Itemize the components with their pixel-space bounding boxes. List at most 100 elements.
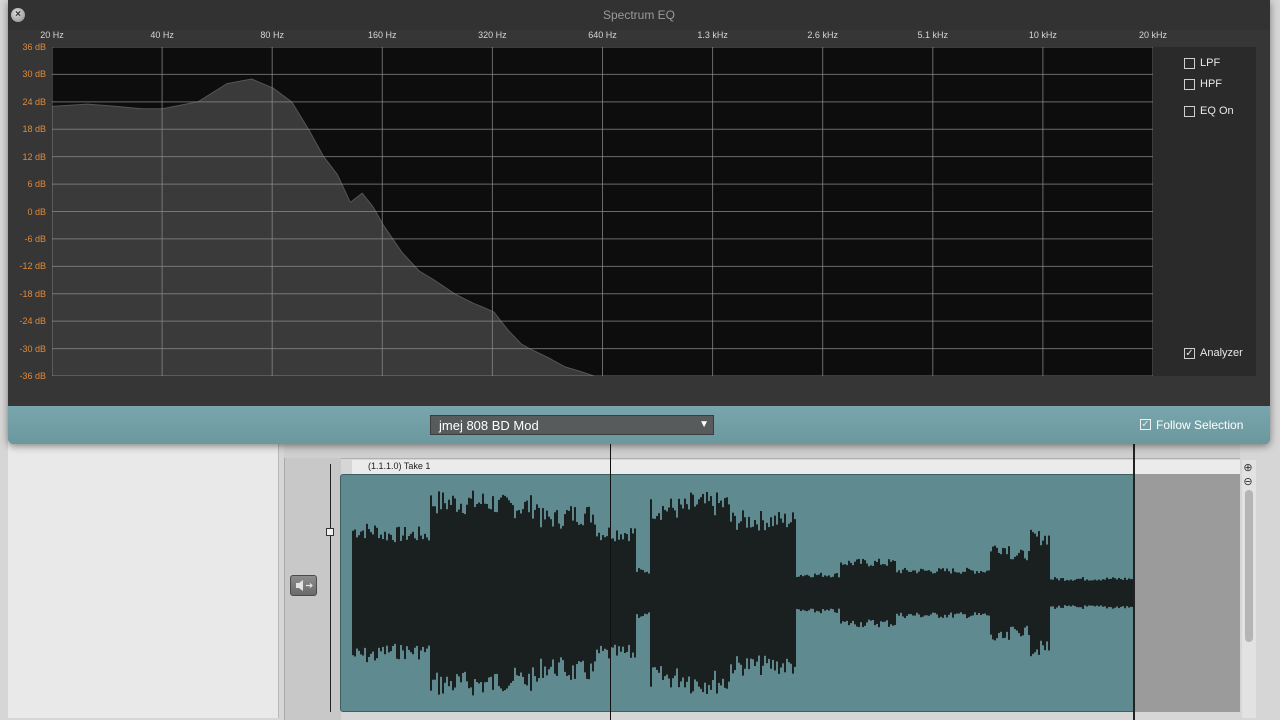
waveform-bar	[700, 497, 702, 689]
speaker-button[interactable]	[290, 575, 317, 596]
waveform-bar	[896, 572, 898, 614]
analyzer-checkbox[interactable]: ✓	[1184, 348, 1195, 359]
db-tick-label: -24 dB	[19, 316, 46, 327]
waveform-bar	[852, 565, 854, 621]
waveform-bar	[1074, 579, 1076, 607]
waveform-bar	[778, 512, 780, 674]
waveform-bar	[870, 565, 872, 621]
preset-dropdown[interactable]: jmej 808 BD Mod ▼	[430, 415, 714, 435]
waveform-bar	[970, 570, 972, 616]
waveform-bar	[756, 524, 758, 662]
spectrum-chart[interactable]	[52, 47, 1153, 376]
waveform-bar	[968, 568, 970, 618]
waveform-bar	[792, 512, 794, 674]
waveform-bar	[820, 572, 822, 614]
waveform-bar	[694, 506, 696, 680]
scrollbar-thumb[interactable]	[1245, 490, 1253, 642]
waveform-bar	[440, 509, 442, 677]
waveform-bar	[372, 534, 374, 652]
waveform-bar	[1068, 580, 1070, 606]
waveform-bar	[978, 573, 980, 613]
waveform-bar	[730, 521, 732, 665]
eq-titlebar[interactable]: × Spectrum EQ	[8, 0, 1270, 30]
waveform-bar	[558, 523, 560, 663]
waveform-bar	[552, 526, 554, 660]
waveform-bar	[692, 494, 694, 692]
follow-selection-checkbox[interactable]: ✓	[1140, 419, 1151, 430]
waveform-bar	[834, 573, 836, 613]
waveform-bar	[368, 529, 370, 657]
freq-tick-label: 20 kHz	[1138, 30, 1168, 40]
waveform-bar	[584, 513, 586, 673]
waveform-bar	[1078, 578, 1080, 608]
waveform-bar	[960, 573, 962, 613]
waveform-bar	[906, 570, 908, 616]
track-resize-handle[interactable]	[326, 528, 334, 536]
waveform-bar	[706, 492, 708, 694]
waveform-bar	[1112, 577, 1114, 609]
waveform-bar	[1032, 532, 1034, 654]
zoom-out-icon[interactable]: ⊖	[1242, 476, 1254, 488]
waveform-bar	[1028, 551, 1030, 635]
end-marker[interactable]	[1133, 440, 1135, 720]
waveform-bar	[498, 499, 500, 687]
waveform-bar	[1000, 554, 1002, 632]
empty-track-area[interactable]	[1134, 474, 1240, 712]
db-tick-label: -12 dB	[19, 261, 46, 272]
waveform-bar	[986, 570, 988, 616]
waveform-bar	[682, 508, 684, 678]
waveform-bar	[534, 509, 536, 677]
freq-tick-label: 10 kHz	[1028, 30, 1057, 40]
waveform-bar	[956, 572, 958, 614]
waveform-bar	[448, 499, 450, 687]
waveform-bar	[854, 561, 856, 625]
waveform-bar	[882, 564, 884, 622]
playhead[interactable]	[610, 440, 611, 720]
waveform-bar	[632, 533, 634, 653]
zoom-in-icon[interactable]: ⊕	[1242, 462, 1254, 474]
follow-selection-label: Follow Selection	[1156, 418, 1244, 432]
waveform-bar	[626, 534, 628, 652]
waveform-bar	[996, 547, 998, 639]
waveform-bar	[604, 537, 606, 649]
hpf-checkbox[interactable]	[1184, 79, 1195, 90]
waveform-bar	[1016, 555, 1018, 631]
waveform-bar	[926, 570, 928, 616]
waveform-bar	[474, 506, 476, 680]
waveform-bar	[816, 575, 818, 611]
freq-tick-label: 640 Hz	[588, 30, 617, 40]
waveform-bar	[554, 512, 556, 674]
waveform-bar	[464, 514, 466, 672]
waveform-bar	[912, 570, 914, 616]
waveform-bar	[1116, 579, 1118, 607]
waveform-bar	[944, 571, 946, 615]
waveform-bar	[690, 492, 692, 694]
waveform-bar	[1088, 580, 1090, 606]
waveform-bar	[782, 522, 784, 664]
freq-tick-label: 320 Hz	[478, 30, 507, 40]
waveform-bar	[962, 571, 964, 615]
waveform-bar	[862, 558, 864, 628]
waveform-bar	[606, 536, 608, 650]
region-title-bar[interactable]	[352, 460, 1240, 475]
waveform-bar	[938, 568, 940, 618]
waveform-bar	[914, 570, 916, 616]
waveform	[352, 490, 1134, 696]
waveform-bar	[826, 576, 828, 610]
waveform-bar	[1102, 579, 1104, 607]
waveform-bar	[356, 537, 358, 649]
waveform-bar	[890, 561, 892, 625]
waveform-bar	[910, 571, 912, 615]
db-tick-label: -36 dB	[19, 371, 46, 381]
waveform-bar	[532, 518, 534, 668]
waveform-bar	[780, 518, 782, 668]
lpf-checkbox[interactable]	[1184, 58, 1195, 69]
freq-tick-label: 2.6 kHz	[807, 30, 838, 40]
waveform-bar	[1026, 560, 1028, 626]
waveform-bar	[1108, 579, 1110, 607]
waveform-bar	[456, 511, 458, 675]
waveform-bar	[1130, 579, 1132, 607]
eq-on-checkbox[interactable]	[1184, 106, 1195, 117]
waveform-bar	[434, 506, 436, 680]
waveform-bar	[840, 562, 842, 624]
